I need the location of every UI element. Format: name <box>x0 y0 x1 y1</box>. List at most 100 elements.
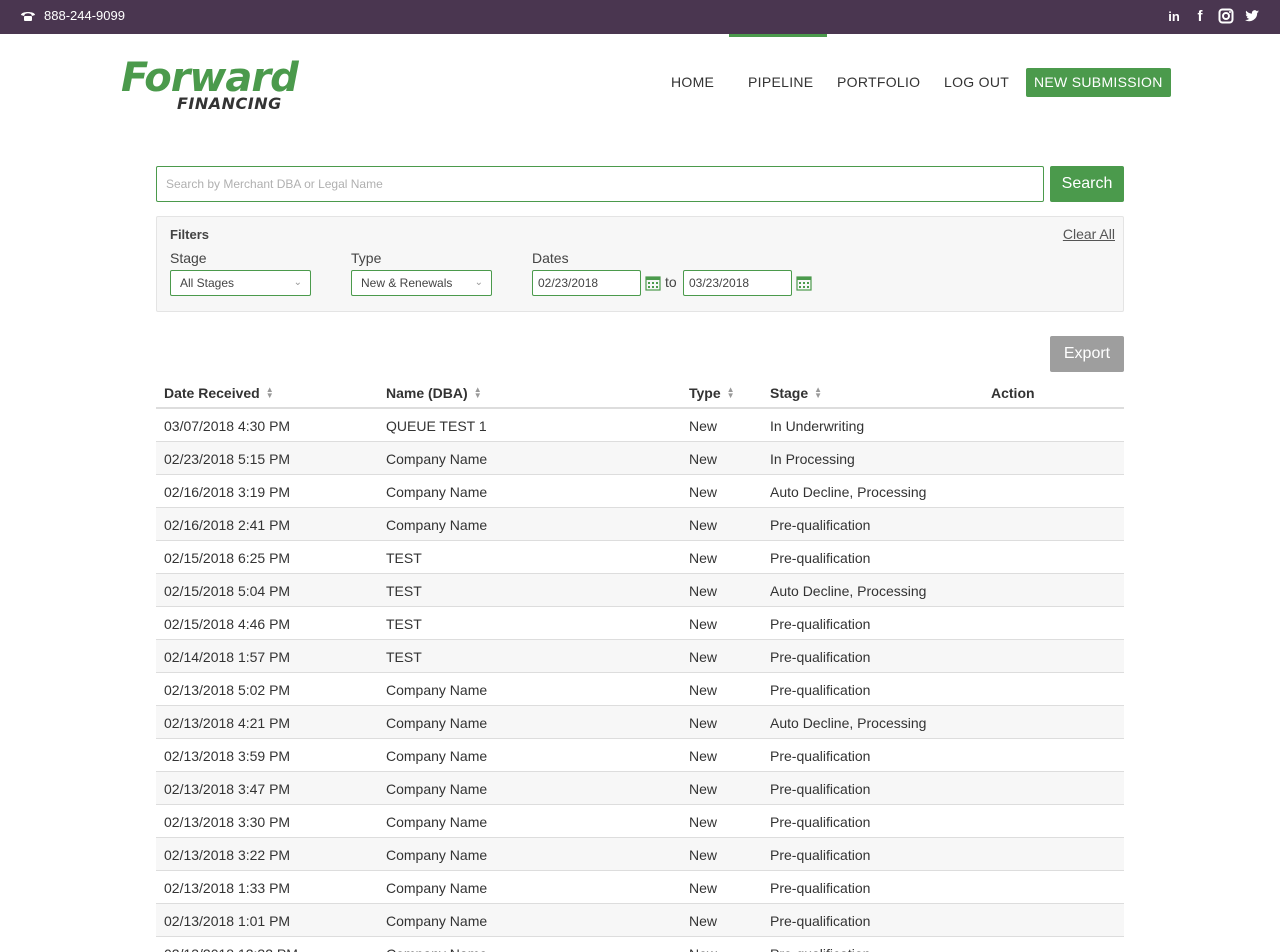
merchant-search-input[interactable] <box>156 166 1044 202</box>
cell-name-dba: QUEUE TEST 1 <box>386 418 487 434</box>
top-bar: 888-244-9099 in f <box>0 0 1280 34</box>
cell-stage: Auto Decline, Processing <box>770 484 927 500</box>
phone-icon <box>21 11 35 21</box>
clear-all-link[interactable]: Clear All <box>1063 226 1115 242</box>
stage-select[interactable]: All Stages ⌄ <box>170 270 311 296</box>
table-row[interactable]: 02/13/2018 4:21 PM Company Name New Auto De… <box>156 706 1124 739</box>
cell-date-received: 02/15/2018 5:04 PM <box>164 583 291 599</box>
nav-portfolio[interactable]: PORTFOLIO <box>837 68 920 97</box>
cell-type: New <box>689 682 718 698</box>
cell-type: New <box>689 550 718 566</box>
cell-type: New <box>689 715 718 731</box>
cell-stage: Pre-qualification <box>770 550 871 566</box>
logo-word-forward: Forward <box>121 55 299 101</box>
filters-panel: Filters Clear All Stage All Stages ⌄ Typ… <box>156 216 1124 312</box>
nav-pipeline[interactable]: PIPELINE <box>748 68 813 97</box>
stage-select-value: All Stages <box>180 276 235 290</box>
date-from-input[interactable]: 02/23/2018 <box>532 270 641 296</box>
col-action: Action <box>991 385 1035 401</box>
cell-stage: Auto Decline, Processing <box>770 715 927 731</box>
table-row[interactable]: 02/13/2018 3:30 PM Company Name New Pre-qua… <box>156 805 1124 838</box>
table-row[interactable]: 02/15/2018 4:46 PM TEST New Pre-qualificati… <box>156 607 1124 640</box>
phone-number: 888-244-9099 <box>44 8 125 23</box>
table-body: 03/07/2018 4:30 PM QUEUE TEST 1 New In Unde… <box>156 409 1124 952</box>
cell-type: New <box>689 748 718 764</box>
cell-type: New <box>689 616 718 632</box>
cell-name-dba: Company Name <box>386 715 488 731</box>
table-row[interactable]: 02/15/2018 6:25 PM TEST New Pre-qualificati… <box>156 541 1124 574</box>
cell-name-dba: Company Name <box>386 781 488 797</box>
nav-home[interactable]: HOME <box>671 68 714 97</box>
cell-name-dba: TEST <box>386 616 422 632</box>
linkedin-icon[interactable]: in <box>1166 8 1182 24</box>
cell-date-received: 02/13/2018 5:02 PM <box>164 682 291 698</box>
cell-stage: Pre-qualification <box>770 781 871 797</box>
cell-name-dba: Company Name <box>386 484 488 500</box>
calendar-icon[interactable] <box>796 275 812 291</box>
filters-title: Filters <box>170 227 210 242</box>
cell-name-dba: Company Name <box>386 814 488 830</box>
col-stage[interactable]: Stage ▲ ▼ <box>770 385 822 401</box>
table-row[interactable]: 03/07/2018 4:30 PM QUEUE TEST 1 New In Unde… <box>156 409 1124 442</box>
cell-name-dba: Company Name <box>386 451 488 467</box>
cell-date-received: 02/15/2018 4:46 PM <box>164 616 291 632</box>
cell-date-received: 02/15/2018 6:25 PM <box>164 550 291 566</box>
phone-contact[interactable]: 888-244-9099 <box>20 8 125 23</box>
cell-date-received: 02/13/2018 3:30 PM <box>164 814 291 830</box>
table-row[interactable]: 02/14/2018 1:57 PM TEST New Pre-qualificati… <box>156 640 1124 673</box>
search-button[interactable]: Search <box>1050 166 1124 202</box>
type-select[interactable]: New & Renewals ⌄ <box>351 270 492 296</box>
table-row[interactable]: 02/16/2018 2:41 PM Company Name New Pre-qua… <box>156 508 1124 541</box>
sort-icon: ▲ ▼ <box>473 385 482 400</box>
table-row[interactable]: 02/13/2018 3:22 PM Company Name New Pre-qua… <box>156 838 1124 871</box>
table-row[interactable]: 02/16/2018 3:19 PM Company Name New Auto De… <box>156 475 1124 508</box>
social-links: in f <box>1166 8 1260 25</box>
instagram-icon[interactable] <box>1218 8 1234 24</box>
cell-type: New <box>689 946 717 952</box>
cell-stage: Pre-qualification <box>770 616 871 632</box>
cell-date-received: 03/07/2018 4:30 PM <box>164 418 291 434</box>
new-submission-button[interactable]: NEW SUBMISSION <box>1026 68 1171 97</box>
cell-stage: Auto Decline, Processing <box>770 583 927 599</box>
sort-icon: ▲ ▼ <box>726 385 735 400</box>
cell-date-received: 02/23/2018 5:15 PM <box>164 451 291 467</box>
col-date-received[interactable]: Date Received ▲ ▼ <box>164 385 274 401</box>
cell-name-dba: Company Name <box>386 682 488 698</box>
table-row[interactable]: 02/15/2018 5:04 PM TEST New Auto Decline, P… <box>156 574 1124 607</box>
cell-date-received: 02/13/2018 1:01 PM <box>164 913 291 929</box>
cell-type: New <box>689 517 718 533</box>
cell-type: New <box>689 847 718 863</box>
table-row[interactable]: 02/13/2018 12:32 PM Company Name New Pre-qu… <box>156 937 1124 952</box>
chevron-down-icon: ⌄ <box>474 277 483 288</box>
cell-date-received: 02/13/2018 12:32 PM <box>164 946 298 952</box>
cell-type: New <box>689 649 718 665</box>
cell-name-dba: Company Name <box>386 847 488 863</box>
table-row[interactable]: 02/13/2018 5:02 PM Company Name New Pre-qua… <box>156 673 1124 706</box>
col-type[interactable]: Type ▲ ▼ <box>689 385 735 401</box>
table-row[interactable]: 02/13/2018 1:33 PM Company Name New Pre-qua… <box>156 871 1124 904</box>
table-row[interactable]: 02/13/2018 1:01 PM Company Name New Pre-qua… <box>156 904 1124 937</box>
nav-logout[interactable]: LOG OUT <box>944 68 1009 97</box>
logo-word-financing: FINANCING <box>177 94 282 113</box>
cell-name-dba: Company Name <box>386 946 487 952</box>
facebook-icon[interactable]: f <box>1192 8 1208 25</box>
twitter-icon[interactable] <box>1244 8 1260 24</box>
calendar-icon[interactable] <box>645 275 661 291</box>
cell-stage: Pre-qualification <box>770 649 871 665</box>
col-name-dba[interactable]: Name (DBA) ▲ ▼ <box>386 385 482 401</box>
dates-label: Dates <box>532 250 569 266</box>
cell-stage: Pre-qualification <box>770 814 871 830</box>
date-range-to: to <box>665 274 677 290</box>
date-to-input[interactable]: 03/23/2018 <box>683 270 792 296</box>
table-header: Date Received ▲ ▼ Name (DBA) ▲ ▼ Type ▲ ▼ Stag… <box>156 377 1124 409</box>
forward-financing-logo[interactable]: Forward FINANCING <box>121 58 299 116</box>
chevron-down-icon: ⌄ <box>293 277 302 288</box>
cell-stage: Pre-qualification <box>770 880 871 896</box>
table-row[interactable]: 02/13/2018 3:47 PM Company Name New Pre-qua… <box>156 772 1124 805</box>
export-button[interactable]: Export <box>1050 336 1124 372</box>
table-row[interactable]: 02/13/2018 3:59 PM Company Name New Pre-qua… <box>156 739 1124 772</box>
type-select-value: New & Renewals <box>361 276 453 290</box>
table-row[interactable]: 02/23/2018 5:15 PM Company Name New In Proc… <box>156 442 1124 475</box>
cell-stage: Pre-qualification <box>770 913 871 929</box>
cell-stage: Pre-qualification <box>770 847 871 863</box>
